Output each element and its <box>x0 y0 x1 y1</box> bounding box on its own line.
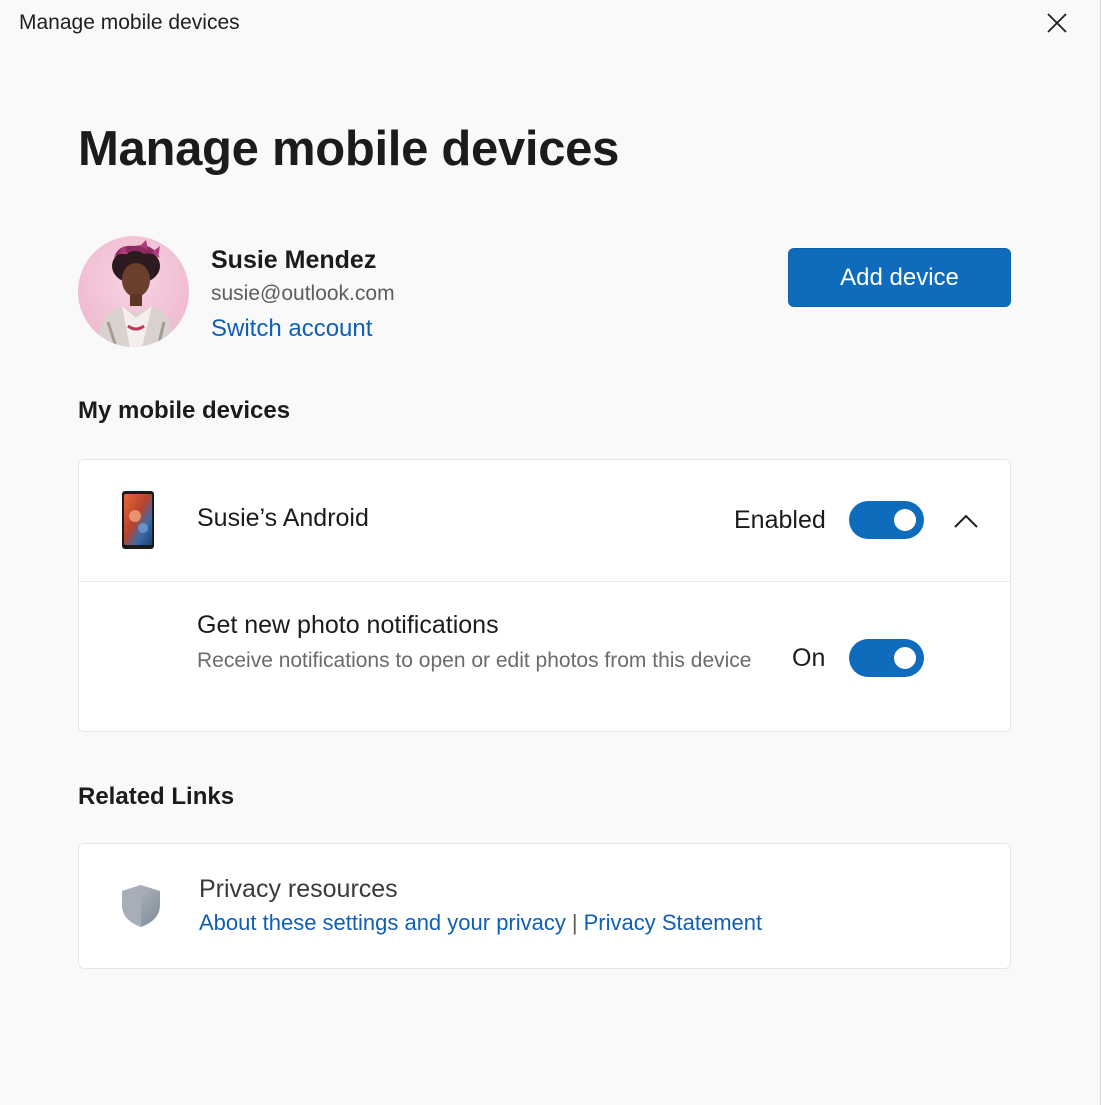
photo-notifications-toggle[interactable] <box>849 639 924 677</box>
privacy-card: Privacy resources About these settings a… <box>78 843 1011 969</box>
close-icon <box>1047 13 1067 33</box>
device-enabled-toggle[interactable] <box>849 501 924 539</box>
toggle-knob <box>894 509 916 531</box>
title-bar: Manage mobile devices <box>0 0 1100 48</box>
switch-account-link[interactable]: Switch account <box>211 315 372 343</box>
privacy-resources-title: Privacy resources <box>199 875 398 903</box>
collapse-device-button[interactable] <box>945 504 987 538</box>
link-separator: | <box>571 910 578 935</box>
account-name: Susie Mendez <box>211 246 377 274</box>
shield-icon <box>122 885 160 927</box>
photo-notifications-description: Receive notifications to open or edit ph… <box>197 649 752 672</box>
chevron-up-icon <box>954 514 978 528</box>
account-email: susie@outlook.com <box>211 282 395 305</box>
device-row[interactable]: Susie’s Android Enabled <box>79 460 1010 582</box>
manage-mobile-devices-window: Manage mobile devices Manage mobile devi… <box>0 0 1101 1105</box>
add-device-button[interactable]: Add device <box>788 248 1011 307</box>
close-button[interactable] <box>1036 4 1078 42</box>
device-card: Susie’s Android Enabled Get new photo no… <box>78 459 1011 732</box>
about-settings-privacy-link[interactable]: About these settings and your privacy <box>199 910 566 935</box>
photo-notifications-status-label: On <box>792 644 826 672</box>
toggle-knob <box>894 647 916 669</box>
window-title: Manage mobile devices <box>19 11 240 34</box>
page-title: Manage mobile devices <box>78 122 620 176</box>
my-mobile-devices-heading: My mobile devices <box>78 397 291 424</box>
privacy-links: About these settings and your privacy | Pr… <box>199 910 762 936</box>
privacy-statement-link[interactable]: Privacy Statement <box>584 910 763 935</box>
device-status-label: Enabled <box>734 506 826 534</box>
avatar <box>78 236 189 347</box>
device-name: Susie’s Android <box>197 504 369 532</box>
related-links-heading: Related Links <box>78 783 235 810</box>
phone-icon <box>122 491 154 549</box>
photo-notifications-title: Get new photo notifications <box>197 611 499 639</box>
